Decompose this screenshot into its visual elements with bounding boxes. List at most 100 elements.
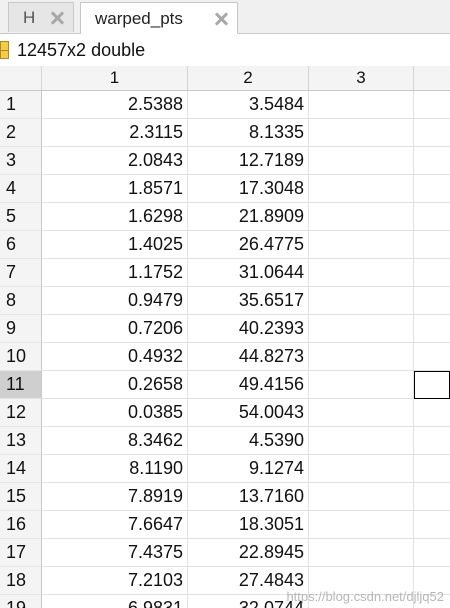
- table-cell[interactable]: [309, 343, 414, 371]
- row-header[interactable]: 16: [0, 511, 42, 539]
- table-cell[interactable]: 26.4775: [188, 231, 309, 259]
- table-cell[interactable]: 40.2393: [188, 315, 309, 343]
- row-header[interactable]: 11: [0, 371, 42, 399]
- table-cell[interactable]: [414, 539, 450, 567]
- table-cell[interactable]: [414, 259, 450, 287]
- row-header[interactable]: 19: [0, 595, 42, 608]
- table-cell[interactable]: [414, 343, 450, 371]
- tab-warped-pts[interactable]: warped_pts: [80, 2, 238, 34]
- table-cell[interactable]: [414, 91, 450, 119]
- row-header[interactable]: 18: [0, 567, 42, 595]
- table-cell[interactable]: 2.0843: [42, 147, 188, 175]
- close-icon[interactable]: [213, 11, 229, 27]
- table-cell[interactable]: 1.8571: [42, 175, 188, 203]
- table-cell[interactable]: [414, 231, 450, 259]
- table-cell[interactable]: [309, 315, 414, 343]
- table-cell[interactable]: [309, 483, 414, 511]
- table-cell[interactable]: [414, 119, 450, 147]
- table-cell[interactable]: [414, 483, 450, 511]
- table-cell[interactable]: [414, 287, 450, 315]
- table-cell[interactable]: 7.4375: [42, 539, 188, 567]
- table-cell[interactable]: 0.2658: [42, 371, 188, 399]
- column-header-empty[interactable]: [414, 66, 450, 90]
- table-cell[interactable]: [309, 455, 414, 483]
- variable-editor-grid[interactable]: 1 2 3 1 2.5388 3.5484 2 2.3115 8.1335 3 2.0843 1…: [0, 66, 450, 608]
- table-cell[interactable]: 0.4932: [42, 343, 188, 371]
- table-cell[interactable]: 1.6298: [42, 203, 188, 231]
- table-cell[interactable]: 17.3048: [188, 175, 309, 203]
- table-cell[interactable]: [309, 399, 414, 427]
- row-header[interactable]: 7: [0, 259, 42, 287]
- row-header[interactable]: 1: [0, 91, 42, 119]
- table-cell[interactable]: 44.8273: [188, 343, 309, 371]
- table-cell[interactable]: [309, 511, 414, 539]
- row-header[interactable]: 15: [0, 483, 42, 511]
- table-cell[interactable]: 7.6647: [42, 511, 188, 539]
- table-cell[interactable]: [309, 231, 414, 259]
- table-cell[interactable]: 1.1752: [42, 259, 188, 287]
- table-cell[interactable]: 8.1190: [42, 455, 188, 483]
- table-cell[interactable]: 7.2103: [42, 567, 188, 595]
- row-header[interactable]: 4: [0, 175, 42, 203]
- row-header[interactable]: 14: [0, 455, 42, 483]
- table-cell[interactable]: [414, 175, 450, 203]
- table-cell[interactable]: [414, 511, 450, 539]
- table-cell[interactable]: 8.1335: [188, 119, 309, 147]
- table-cell[interactable]: 1.4025: [42, 231, 188, 259]
- column-header[interactable]: 1: [42, 66, 188, 90]
- table-cell[interactable]: 3.5484: [188, 91, 309, 119]
- table-cell[interactable]: 49.4156: [188, 371, 309, 399]
- row-header[interactable]: 17: [0, 539, 42, 567]
- table-cell[interactable]: [309, 287, 414, 315]
- table-cell[interactable]: 31.0644: [188, 259, 309, 287]
- table-cell[interactable]: [309, 119, 414, 147]
- table-cell[interactable]: [309, 147, 414, 175]
- table-cell[interactable]: [309, 91, 414, 119]
- row-header[interactable]: 8: [0, 287, 42, 315]
- table-cell[interactable]: 0.0385: [42, 399, 188, 427]
- tab-h[interactable]: H: [8, 2, 74, 32]
- row-header[interactable]: 12: [0, 399, 42, 427]
- row-header[interactable]: 13: [0, 427, 42, 455]
- table-cell[interactable]: 6.9831: [42, 595, 188, 608]
- table-cell[interactable]: 22.8945: [188, 539, 309, 567]
- row-header[interactable]: 3: [0, 147, 42, 175]
- table-cell[interactable]: 2.5388: [42, 91, 188, 119]
- table-cell[interactable]: 54.0043: [188, 399, 309, 427]
- table-cell[interactable]: 4.5390: [188, 427, 309, 455]
- table-cell[interactable]: [309, 203, 414, 231]
- table-cell[interactable]: 35.6517: [188, 287, 309, 315]
- table-cell[interactable]: [309, 371, 414, 399]
- column-header[interactable]: 2: [188, 66, 309, 90]
- row-header[interactable]: 2: [0, 119, 42, 147]
- table-row: 5 1.6298 21.8909: [0, 203, 450, 231]
- table-cell[interactable]: 9.1274: [188, 455, 309, 483]
- table-cell[interactable]: [309, 427, 414, 455]
- table-cell[interactable]: 13.7160: [188, 483, 309, 511]
- row-header[interactable]: 10: [0, 343, 42, 371]
- table-cell[interactable]: 7.8919: [42, 483, 188, 511]
- table-cell[interactable]: 0.9479: [42, 287, 188, 315]
- table-cell[interactable]: 2.3115: [42, 119, 188, 147]
- table-cell[interactable]: [414, 399, 450, 427]
- row-header[interactable]: 6: [0, 231, 42, 259]
- table-cell[interactable]: [414, 455, 450, 483]
- corner-cell[interactable]: [0, 66, 42, 90]
- table-cell[interactable]: 0.7206: [42, 315, 188, 343]
- table-cell[interactable]: [414, 427, 450, 455]
- table-cell[interactable]: 12.7189: [188, 147, 309, 175]
- table-cell[interactable]: 8.3462: [42, 427, 188, 455]
- row-header[interactable]: 5: [0, 203, 42, 231]
- table-cell[interactable]: [309, 539, 414, 567]
- column-header[interactable]: 3: [309, 66, 414, 90]
- table-cell[interactable]: [414, 315, 450, 343]
- active-cell[interactable]: [414, 371, 450, 399]
- table-cell[interactable]: 21.8909: [188, 203, 309, 231]
- close-icon[interactable]: [49, 10, 65, 26]
- table-cell[interactable]: 18.3051: [188, 511, 309, 539]
- table-cell[interactable]: [414, 203, 450, 231]
- row-header[interactable]: 9: [0, 315, 42, 343]
- table-cell[interactable]: [414, 147, 450, 175]
- table-cell[interactable]: [309, 175, 414, 203]
- table-cell[interactable]: [309, 259, 414, 287]
